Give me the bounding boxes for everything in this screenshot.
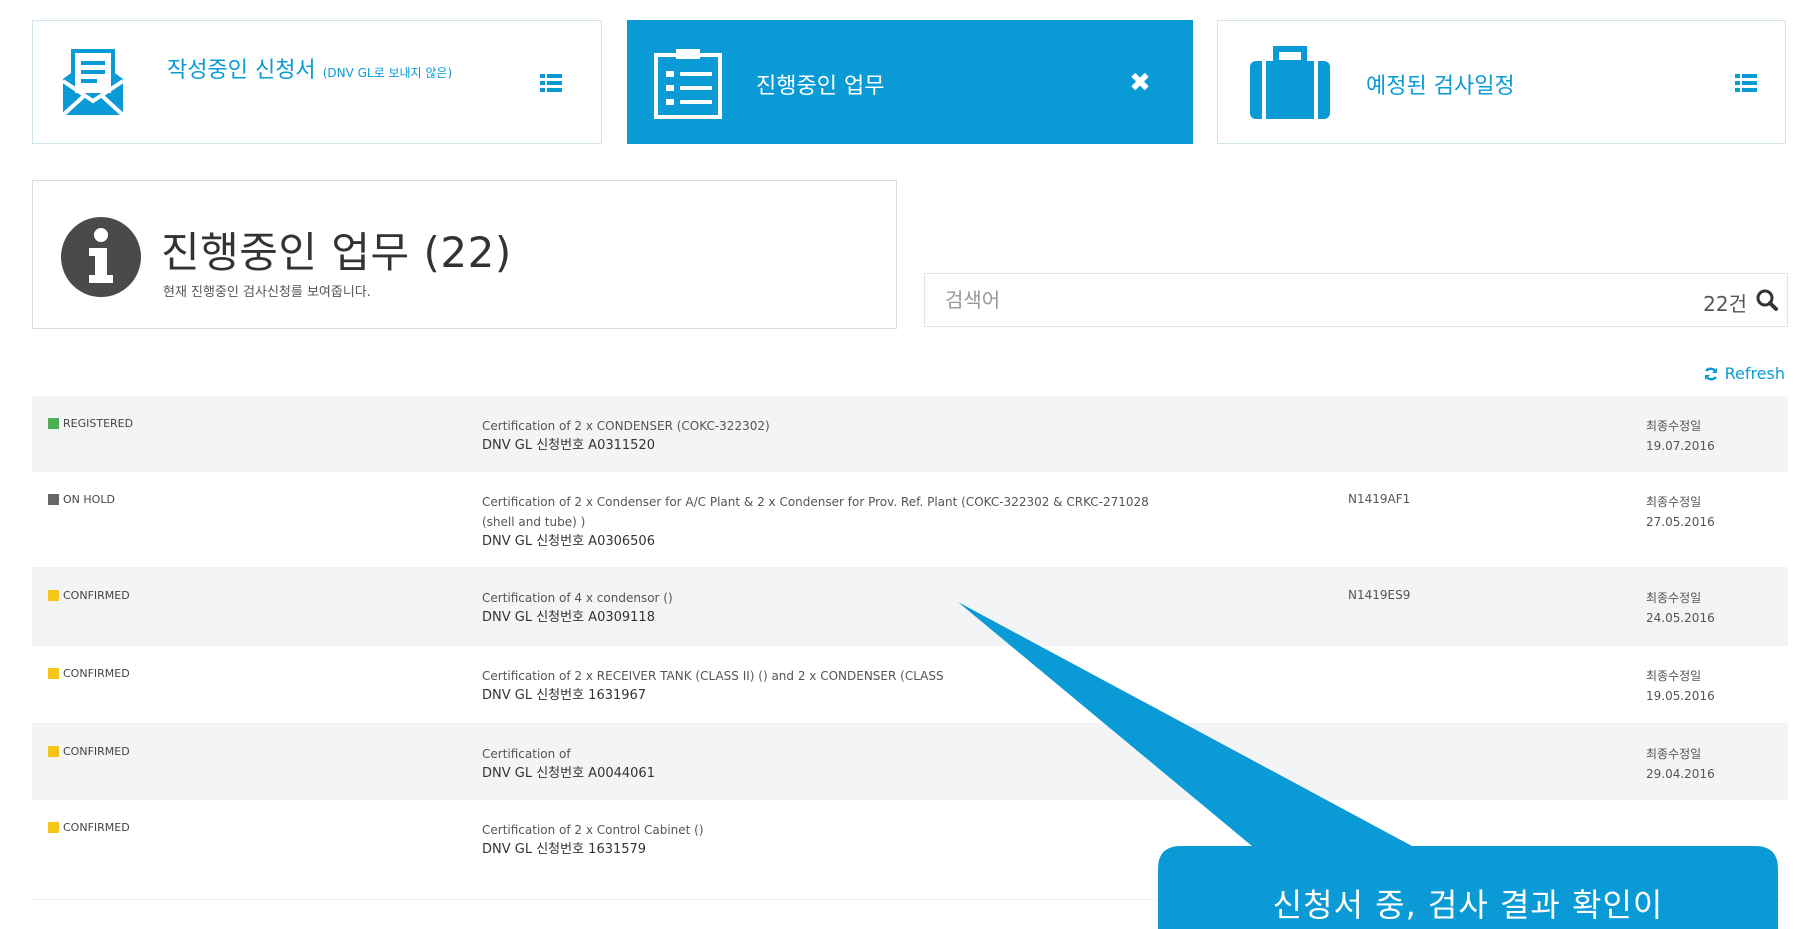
desc-line: Certification of 2 x RECEIVER TANK (CLAS… <box>482 669 944 683</box>
page-subtitle: 현재 진행중인 검사신청를 보여줍니다. <box>163 285 371 300</box>
date-value: 19.05.2016 <box>1646 689 1715 703</box>
row-date: 최종수정일 27.05.2016 <box>1646 492 1715 532</box>
date-label: 최종수정일 <box>1646 747 1702 761</box>
in-progress-card[interactable]: 진행중인 업무 ✖ <box>627 20 1193 144</box>
application-number: DNV GL 신청번호 A0311520 <box>482 438 655 453</box>
application-number: DNV GL 신청번호 1631579 <box>482 842 647 857</box>
close-icon[interactable]: ✖ <box>1122 65 1158 101</box>
refresh-icon <box>1704 367 1717 380</box>
status-label: CONFIRMED <box>63 589 130 602</box>
row-date: 최종수정일 29.04.2016 <box>1646 744 1715 784</box>
row-date: 최종수정일 19.05.2016 <box>1646 666 1715 706</box>
date-value: 19.07.2016 <box>1646 439 1715 453</box>
envelope-form-icon <box>61 49 125 117</box>
row-date: 최종수정일 24.05.2016 <box>1646 588 1715 628</box>
list-item[interactable]: REGISTERED Certification of 2 x CONDENSE… <box>32 396 1788 472</box>
row-date: 최종수정일 19.07.2016 <box>1646 416 1715 456</box>
row-description: Certification of DNV GL 신청번호 A0044061 <box>482 744 1352 784</box>
status-badge: REGISTERED <box>48 417 133 430</box>
in-progress-card-title: 진행중인 업무 <box>756 74 885 99</box>
list-item[interactable]: CONFIRMED Certification of 4 x condensor… <box>32 568 1788 646</box>
reference-number: N1419ES9 <box>1348 588 1411 602</box>
desc-line: (shell and tube) ) <box>482 515 586 529</box>
desc-line: Certification of 2 x Condenser for A/C P… <box>482 495 1149 509</box>
callout-text: 신청서 중, 검사 결과 확인이 <box>1272 886 1664 924</box>
application-number: DNV GL 신청번호 1631967 <box>482 688 647 703</box>
list-item[interactable]: ON HOLD Certification of 2 x Condenser f… <box>32 472 1788 568</box>
row-description: Certification of 2 x CONDENSER (COKC-322… <box>482 416 1352 456</box>
drafts-card-title: 작성중인 신청서 (DNV GL로 보내지 않은) <box>167 57 527 87</box>
scheduled-list-button[interactable] <box>1728 65 1764 101</box>
page-title: 진행중인 업무 (22) <box>161 228 512 277</box>
scheduled-card[interactable]: 예정된 검사일정 <box>1217 20 1786 144</box>
drafts-title-text: 작성중인 신청서 <box>167 58 316 83</box>
row-description: Certification of 2 x Condenser for A/C P… <box>482 492 1352 552</box>
status-badge: CONFIRMED <box>48 821 130 834</box>
application-list: REGISTERED Certification of 2 x CONDENSE… <box>32 396 1788 900</box>
date-label: 최종수정일 <box>1646 591 1702 605</box>
refresh-button[interactable]: Refresh <box>1703 364 1785 383</box>
status-badge: ON HOLD <box>48 493 115 506</box>
row-description: Certification of 2 x Control Cabinet () … <box>482 820 1352 860</box>
status-dot <box>48 590 59 601</box>
checklist-icon <box>654 49 722 119</box>
drafts-subtitle-text: (DNV GL로 보내지 않은) <box>322 66 453 80</box>
drafts-card[interactable]: 작성중인 신청서 (DNV GL로 보내지 않은) <box>32 20 602 144</box>
status-label: REGISTERED <box>63 417 134 430</box>
status-label: CONFIRMED <box>63 667 130 680</box>
list-icon <box>1735 74 1757 92</box>
date-label: 최종수정일 <box>1646 495 1702 509</box>
search-input[interactable] <box>945 284 1645 316</box>
search-icon[interactable] <box>1755 288 1779 312</box>
status-dot <box>48 668 59 679</box>
status-dot <box>48 418 59 429</box>
desc-line: Certification of <box>482 747 571 761</box>
status-label: CONFIRMED <box>63 745 130 758</box>
drafts-list-button[interactable] <box>533 65 569 101</box>
date-label: 최종수정일 <box>1646 669 1702 683</box>
desc-line: Certification of 4 x condensor () <box>482 591 673 605</box>
status-badge: CONFIRMED <box>48 667 130 680</box>
status-label: CONFIRMED <box>63 821 130 834</box>
list-icon <box>540 74 562 92</box>
status-label: ON HOLD <box>63 493 115 506</box>
status-badge: CONFIRMED <box>48 745 130 758</box>
reference-number: N1419AF1 <box>1348 492 1411 506</box>
date-label: 최종수정일 <box>1646 419 1702 433</box>
info-box: 진행중인 업무 (22) 현재 진행중인 검사신청를 보여줍니다. <box>32 180 897 329</box>
desc-line: Certification of 2 x Control Cabinet () <box>482 823 704 837</box>
list-item[interactable]: CONFIRMED Certification of DNV GL 신청번호 A… <box>32 724 1788 800</box>
refresh-label: Refresh <box>1724 364 1785 383</box>
application-number: DNV GL 신청번호 A0044061 <box>482 766 655 781</box>
date-value: 24.05.2016 <box>1646 611 1715 625</box>
status-dot <box>48 494 59 505</box>
date-value: 29.04.2016 <box>1646 767 1715 781</box>
row-description: Certification of 4 x condensor () DNV GL… <box>482 588 1352 628</box>
search-box: 22건 <box>924 273 1788 327</box>
status-dot <box>48 746 59 757</box>
row-description: Certification of 2 x RECEIVER TANK (CLAS… <box>482 666 1352 706</box>
result-count: 22건 <box>1703 292 1747 316</box>
date-value: 27.05.2016 <box>1646 515 1715 529</box>
briefcase-icon <box>1250 46 1330 119</box>
status-dot <box>48 822 59 833</box>
info-icon <box>61 217 141 297</box>
desc-line: Certification of 2 x CONDENSER (COKC-322… <box>482 419 770 433</box>
list-item[interactable]: CONFIRMED Certification of 2 x RECEIVER … <box>32 646 1788 724</box>
application-number: DNV GL 신청번호 A0309118 <box>482 610 655 625</box>
application-number: DNV GL 신청번호 A0306506 <box>482 534 655 549</box>
status-badge: CONFIRMED <box>48 589 130 602</box>
scheduled-card-title: 예정된 검사일정 <box>1366 74 1515 99</box>
